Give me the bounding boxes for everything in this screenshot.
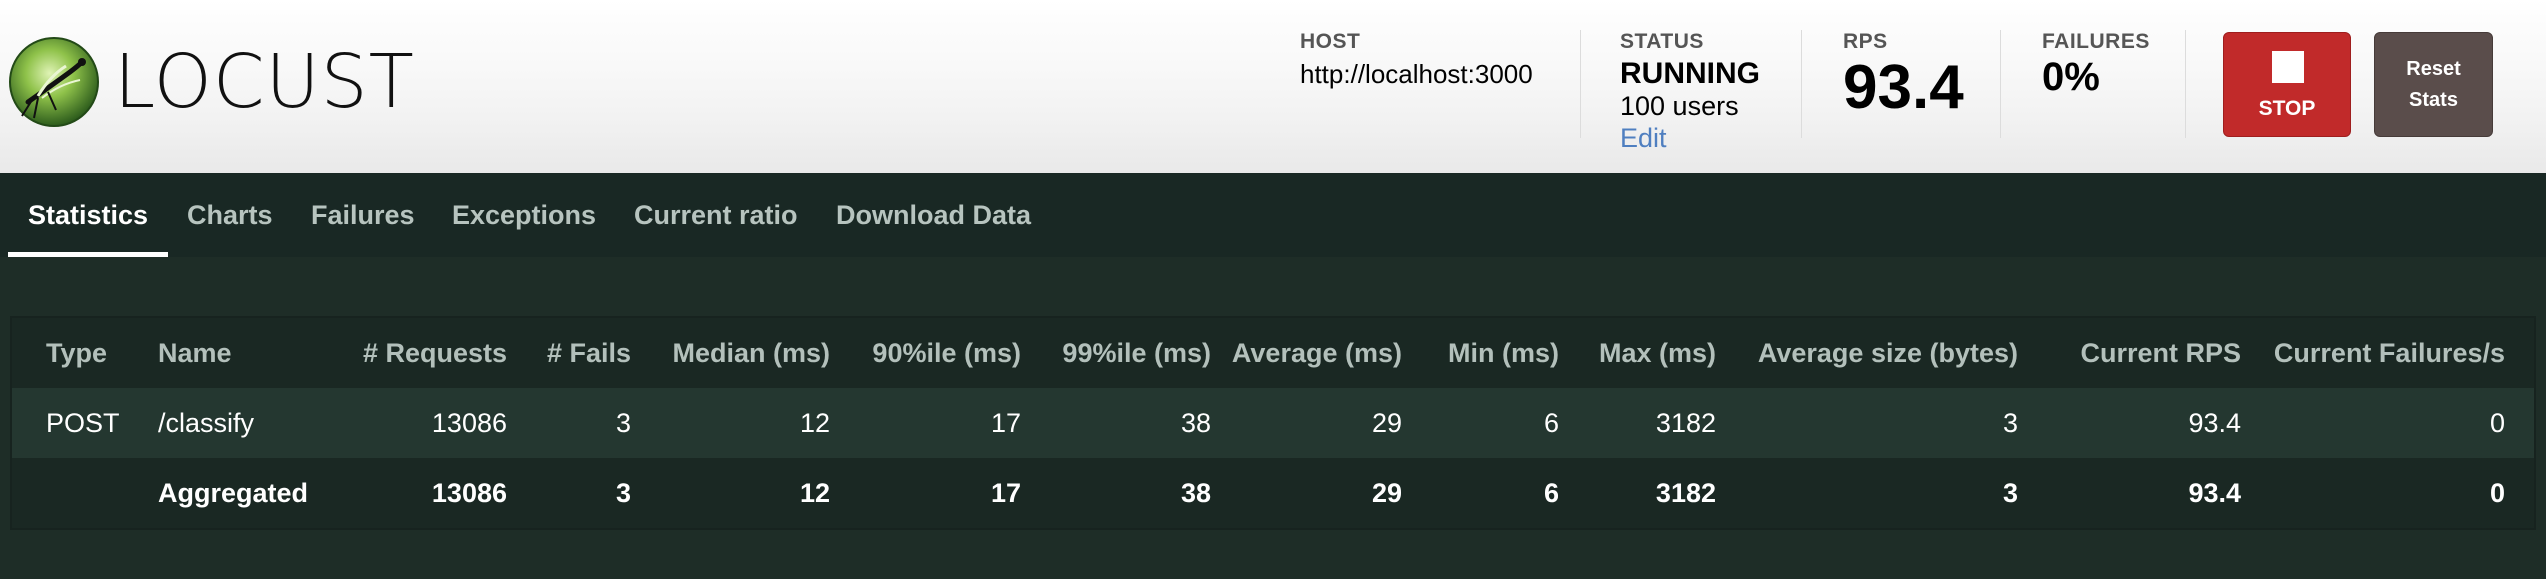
column-header[interactable]: Min (ms)	[1448, 318, 1559, 388]
column-header[interactable]: Median (ms)	[672, 318, 830, 388]
stop-button[interactable]: STOP	[2223, 32, 2351, 137]
p99-cell: 38	[1180, 478, 1211, 508]
active-tab-indicator	[8, 252, 168, 257]
min-cell: 6	[1543, 408, 1559, 438]
stop-icon	[2272, 51, 2304, 83]
failures-value: 0%	[2042, 55, 2100, 100]
divider	[2000, 30, 2001, 138]
avg-size-cell: 3	[2002, 478, 2018, 508]
column-header[interactable]: Max (ms)	[1599, 318, 1716, 388]
current-failures-cell: 0	[2489, 478, 2505, 508]
failures-stat: FAILURES 0%	[2042, 30, 2150, 97]
column-header[interactable]: 99%ile (ms)	[1062, 318, 1211, 388]
max-cell: 3182	[1655, 478, 1716, 508]
average-cell: 29	[1371, 478, 1402, 508]
current-failures-cell: 0	[2489, 408, 2505, 438]
status-label: STATUS	[1620, 30, 1704, 53]
min-cell: 6	[1543, 478, 1559, 508]
requests-cell: 13086	[431, 408, 507, 438]
current-rps-cell: 93.4	[2188, 408, 2241, 438]
reset-button-line1: Reset	[2406, 57, 2461, 80]
stop-button-label: STOP	[2258, 97, 2316, 120]
divider	[1580, 30, 1581, 138]
tab-failures[interactable]: Failures	[311, 173, 415, 257]
column-header[interactable]: Average size (bytes)	[1758, 318, 2018, 388]
fails-cell: 3	[615, 478, 631, 508]
aggregated-row: Aggregated 13086 3 12 17 38 29 6 3182 3 …	[12, 458, 2534, 528]
requests-cell: 13086	[431, 478, 507, 508]
logo-wordmark: LOCUST	[114, 39, 415, 125]
status-value: RUNNING	[1620, 57, 1760, 91]
column-header[interactable]: Average (ms)	[1232, 318, 1402, 388]
max-cell: 3182	[1655, 408, 1716, 438]
locust-logo: LOCUST	[8, 36, 415, 128]
failures-label: FAILURES	[2042, 30, 2150, 53]
column-header[interactable]: # Requests	[363, 318, 507, 388]
tab-current-ratio[interactable]: Current ratio	[634, 173, 798, 257]
column-header[interactable]: # Fails	[547, 318, 631, 388]
status-stat: STATUS RUNNING 100 users Edit	[1620, 30, 1760, 155]
table-row: POST /classify 13086 3 12 17 38 29 6 318…	[12, 388, 2534, 458]
host-value: http://localhost:3000	[1300, 59, 1533, 90]
column-header[interactable]: Name	[158, 318, 232, 388]
rps-stat: RPS 93.4	[1843, 30, 1964, 119]
top-header: LOCUST HOST http://localhost:3000 STATUS…	[0, 0, 2546, 173]
type-cell: POST	[46, 408, 120, 438]
column-header[interactable]: 90%ile (ms)	[872, 318, 1021, 388]
p99-cell: 38	[1180, 408, 1211, 438]
tab-statistics[interactable]: Statistics	[28, 173, 148, 257]
column-header[interactable]: Type	[46, 318, 107, 388]
average-cell: 29	[1371, 408, 1402, 438]
name-cell: /classify	[158, 408, 255, 438]
table-header-row: Type Name # Requests # Fails Median (ms)…	[12, 318, 2534, 388]
rps-label: RPS	[1843, 30, 1888, 53]
p90-cell: 17	[990, 408, 1021, 438]
statistics-table: Type Name # Requests # Fails Median (ms)…	[10, 316, 2536, 530]
median-cell: 12	[799, 408, 830, 438]
current-rps-cell: 93.4	[2188, 478, 2241, 508]
column-header[interactable]: Current RPS	[2080, 318, 2241, 388]
divider	[2185, 30, 2186, 138]
column-header[interactable]: Current Failures/s	[2274, 318, 2505, 388]
fails-cell: 3	[615, 408, 631, 438]
tab-exceptions[interactable]: Exceptions	[452, 173, 596, 257]
name-cell: Aggregated	[158, 478, 309, 508]
host-label: HOST	[1300, 30, 1361, 53]
reset-stats-button[interactable]: Reset Stats	[2374, 32, 2493, 137]
tab-charts[interactable]: Charts	[187, 173, 273, 257]
tab-download-data[interactable]: Download Data	[836, 173, 1031, 257]
user-count: 100 users	[1620, 91, 1739, 122]
tab-bar: Statistics Charts Failures Exceptions Cu…	[0, 173, 2546, 257]
reset-button-line2: Stats	[2409, 88, 2458, 111]
rps-value: 93.4	[1843, 53, 1964, 123]
divider	[1801, 30, 1802, 138]
locust-logo-icon	[9, 37, 99, 127]
p90-cell: 17	[990, 478, 1021, 508]
edit-link[interactable]: Edit	[1620, 122, 1760, 154]
median-cell: 12	[799, 478, 830, 508]
host-stat: HOST http://localhost:3000	[1300, 30, 1533, 90]
avg-size-cell: 3	[2002, 408, 2018, 438]
